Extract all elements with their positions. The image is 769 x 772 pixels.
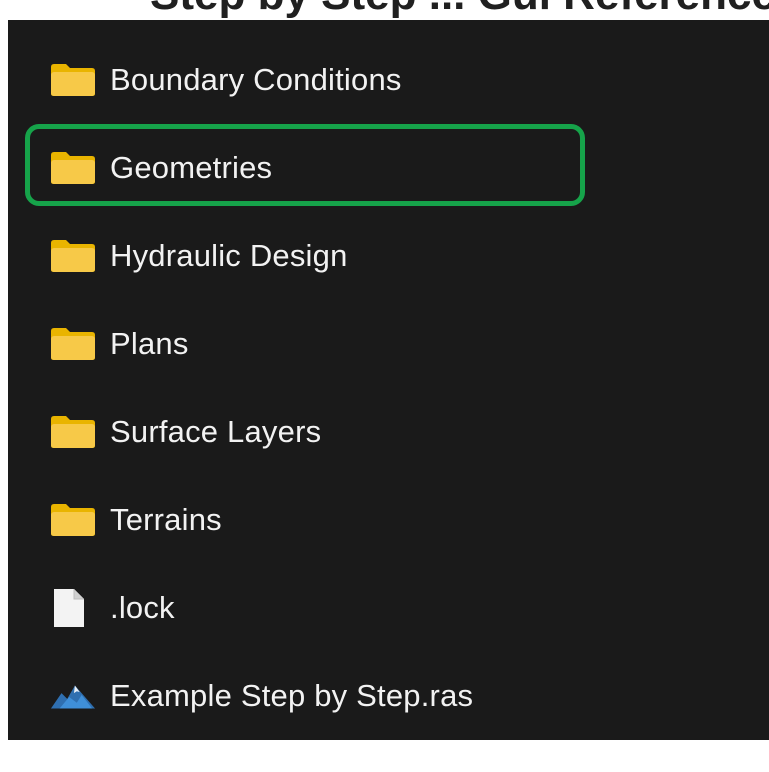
item-label: Plans (110, 326, 189, 361)
folder-icon (50, 236, 96, 276)
item-label: Boundary Conditions (110, 62, 402, 97)
list-item-plans[interactable]: Plans (50, 316, 610, 372)
folder-icon (50, 500, 96, 540)
folder-icon (50, 60, 96, 100)
item-label: Geometries (110, 150, 273, 185)
list-item-hydraulic-design[interactable]: Hydraulic Design (50, 228, 610, 284)
list-item-lock-file[interactable]: .lock (50, 580, 610, 636)
item-label: Terrains (110, 502, 222, 537)
list-item-terrains[interactable]: Terrains (50, 492, 610, 548)
cropped-heading-text: Step by Step ... Gui Reference (150, 0, 769, 20)
list-item-geometries[interactable]: Geometries (50, 140, 610, 196)
item-label: Hydraulic Design (110, 238, 348, 273)
item-label: .lock (110, 590, 175, 625)
hec-ras-project-icon (50, 676, 96, 716)
list-item-surface-layers[interactable]: Surface Layers (50, 404, 610, 460)
folder-icon (50, 148, 96, 188)
folder-icon (50, 412, 96, 452)
folder-icon (50, 324, 96, 364)
item-label: Example Step by Step.ras (110, 678, 474, 713)
file-explorer-list: Boundary Conditions Geometries Hydraulic… (8, 20, 769, 740)
file-icon (50, 588, 96, 628)
bottom-whitespace (0, 740, 769, 772)
cropped-heading-strip: Step by Step ... Gui Reference (0, 0, 769, 20)
list-item-boundary-conditions[interactable]: Boundary Conditions (50, 52, 610, 108)
item-label: Surface Layers (110, 414, 322, 449)
list-item-ras-project[interactable]: Example Step by Step.ras (50, 668, 610, 724)
